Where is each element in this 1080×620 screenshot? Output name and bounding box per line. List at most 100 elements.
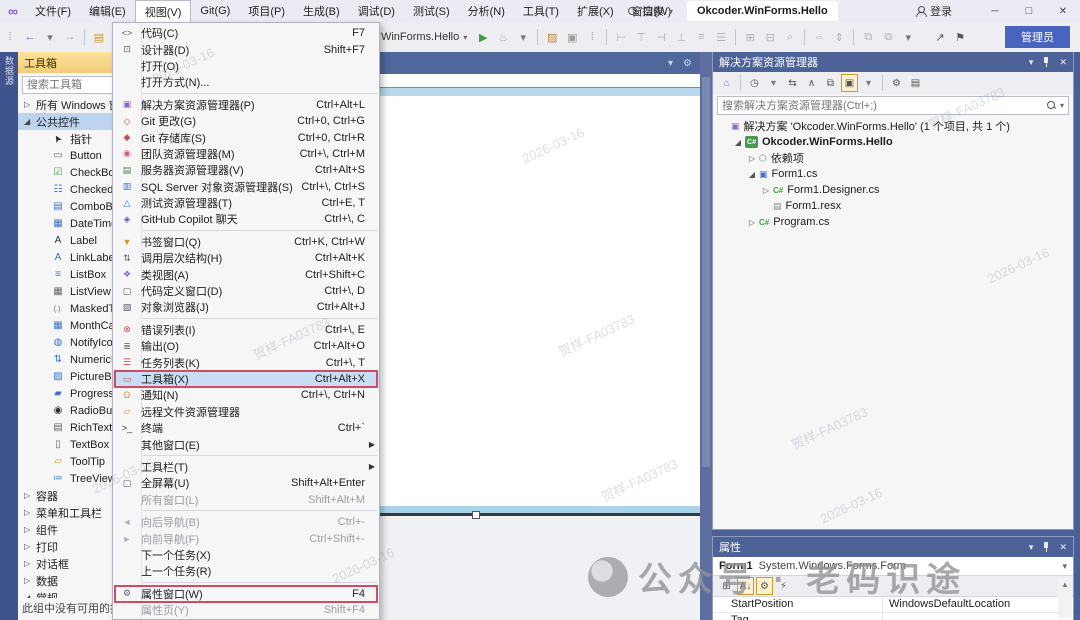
menu-item[interactable]: ▱ 远程文件资源管理器 — [113, 404, 379, 420]
menubar-item[interactable]: 工具(T) — [514, 0, 568, 22]
chevron-down-icon[interactable]: ▾ — [860, 74, 877, 92]
property-value[interactable]: WindowsDefaultLocation — [883, 597, 1073, 612]
menu-item[interactable]: ◆ Git 存储库(S) Ctrl+0, Ctrl+R — [113, 129, 379, 145]
chevron-down-icon[interactable]: ▾ — [1029, 542, 1034, 553]
menu-item[interactable]: <> 代码(C) F7 — [113, 25, 379, 41]
menu-item[interactable]: ▧ 对象浏览器(J) Ctrl+Alt+J — [113, 299, 379, 315]
align-right-icon[interactable]: ⊣ — [652, 27, 670, 47]
menu-item[interactable]: ▥ SQL Server 对象资源管理器(S) Ctrl+\, Ctrl+S — [113, 179, 379, 195]
find-in-files-icon[interactable]: ▨ — [543, 27, 561, 47]
scrollbar-thumb[interactable] — [702, 77, 710, 467]
solution-search-input[interactable] — [722, 99, 1047, 112]
menu-item[interactable]: >_ 终端 Ctrl+` — [113, 420, 379, 436]
size-to-grid-icon[interactable]: ⊟ — [761, 27, 779, 47]
menu-item[interactable]: ◈ GitHub Copilot 聊天 Ctrl+\, C — [113, 211, 379, 227]
events-icon[interactable]: ⚡ — [775, 577, 792, 595]
minimize-icon[interactable]: ─ — [978, 0, 1012, 22]
designer-scrollbar[interactable] — [700, 52, 712, 620]
v-space-icon[interactable]: ⇕ — [830, 27, 848, 47]
menu-item[interactable]: ▭ 工具箱(X) Ctrl+Alt+X — [113, 369, 379, 389]
menu-item[interactable]: ☰ 任务列表(K) Ctrl+\, T — [113, 354, 379, 370]
menubar-item[interactable]: 扩展(X) — [568, 0, 623, 22]
menubar-item[interactable]: Git(G) — [191, 0, 239, 22]
feedback-icon[interactable]: ⚑ — [951, 27, 969, 47]
back-icon[interactable]: ← — [21, 27, 39, 47]
menubar-item[interactable]: 项目(P) — [239, 0, 294, 22]
show-all-files-icon[interactable]: ▣ — [841, 74, 858, 92]
form-resize-handle[interactable] — [472, 511, 480, 519]
home-icon[interactable]: ⌂ — [718, 74, 735, 92]
menubar-item[interactable]: 视图(V) — [134, 0, 192, 22]
property-row[interactable]: Tag — [713, 613, 1073, 620]
menu-item[interactable]: ▣ 解决方案资源管理器(P) Ctrl+Alt+L — [113, 97, 379, 113]
align-left-icon[interactable]: ⊢ — [612, 27, 630, 47]
menu-item[interactable]: 下一个任务(X) — [113, 547, 379, 563]
menubar-item[interactable]: 测试(S) — [404, 0, 459, 22]
menubar-item[interactable]: 分析(N) — [459, 0, 514, 22]
properties-scrollbar[interactable]: ▲ — [1058, 578, 1072, 618]
menu-item[interactable]: ◄ 向后导航(B) Ctrl+- — [113, 514, 379, 530]
collapsed-arrow-icon[interactable]: ▷ — [747, 154, 757, 163]
send-back-icon[interactable]: ⧉ — [879, 27, 897, 47]
menu-item[interactable]: ▢ 全屏幕(U) Shift+Alt+Enter — [113, 475, 379, 491]
tree-row[interactable]: ▷ ⬡ 依赖项 — [713, 150, 1073, 166]
new-item-icon[interactable]: ▤ — [90, 27, 108, 47]
properties-object-selector[interactable]: Form1 System.Windows.Forms.Form ▾ — [713, 557, 1073, 576]
sign-in-button[interactable]: 登录 — [915, 0, 952, 22]
same-size-icon[interactable]: ⊞ — [741, 27, 759, 47]
close-icon[interactable]: ✕ — [1059, 57, 1067, 68]
categorized-icon[interactable]: ⊞ — [718, 577, 735, 595]
close-icon[interactable]: ✕ — [1059, 542, 1067, 553]
menu-item[interactable]: 打开方式(N)... — [113, 74, 379, 90]
menu-item[interactable]: ⇅ 调用层次结构(H) Ctrl+Alt+K — [113, 250, 379, 266]
expanded-arrow-icon[interactable]: ◢ — [733, 138, 743, 147]
pin-icon[interactable] — [1042, 56, 1050, 68]
properties-titlebar[interactable]: 属性 ▾ ✕ — [713, 537, 1073, 557]
collapsed-arrow-icon[interactable]: ▷ — [761, 186, 771, 195]
tree-row[interactable]: ◢ ▣ Form1.cs — [713, 166, 1073, 182]
chevron-down-icon[interactable]: ▾ — [668, 58, 673, 69]
align-center-icon[interactable]: ⊤ — [632, 27, 650, 47]
menu-item[interactable]: 其他窗口(E) ▶ — [113, 436, 379, 452]
menu-item[interactable]: Ω 通知(N) Ctrl+\, Ctrl+N — [113, 387, 379, 403]
menubar-item[interactable]: 编辑(E) — [80, 0, 135, 22]
menu-item[interactable]: ► 向前导航(F) Ctrl+Shift+- — [113, 530, 379, 546]
side-tab-data-sources[interactable]: 数据源 — [3, 56, 16, 86]
chevron-down-icon[interactable]: ▾ — [514, 27, 532, 47]
collapse-all-icon[interactable]: ∧ — [803, 74, 820, 92]
chevron-down-icon[interactable]: ▾ — [899, 27, 917, 47]
align-bottom-icon[interactable]: ☰ — [712, 27, 730, 47]
chevron-down-icon[interactable]: ▾ — [1029, 57, 1034, 68]
menu-item[interactable]: ▼ 书签窗口(Q) Ctrl+K, Ctrl+W — [113, 234, 379, 250]
preview-icon[interactable]: ▣ — [563, 27, 581, 47]
pending-filter-icon[interactable]: ◷ — [746, 74, 763, 92]
menu-item[interactable]: 上一个任务(R) — [113, 563, 379, 579]
menu-item[interactable]: ▢ 代码定义窗口(D) Ctrl+\, D — [113, 283, 379, 299]
alphabetical-icon[interactable]: A↓ — [737, 577, 754, 595]
tree-row[interactable]: ◢ C# Okcoder.WinForms.Hello — [713, 134, 1073, 150]
forward-icon[interactable]: → — [61, 27, 79, 47]
copy-icon[interactable]: ⧉ — [822, 74, 839, 92]
menu-item[interactable]: ◉ 团队资源管理器(M) Ctrl+\, Ctrl+M — [113, 146, 379, 162]
property-row[interactable]: StartPosition WindowsDefaultLocation — [713, 597, 1073, 613]
scroll-up-icon[interactable]: ▲ — [1061, 580, 1069, 618]
menu-item[interactable]: ◇ Git 更改(G) Ctrl+0, Ctrl+G — [113, 113, 379, 129]
menu-item[interactable]: 打开(O) — [113, 58, 379, 74]
share-icon[interactable]: ↗ — [931, 27, 949, 47]
run-icon[interactable]: ▶ — [474, 27, 492, 47]
search-box[interactable]: 搜索 ▾ — [622, 2, 679, 20]
sync-icon[interactable]: ⇆ — [784, 74, 801, 92]
collapsed-arrow-icon[interactable]: ▷ — [747, 218, 757, 227]
chevron-down-icon[interactable]: ▾ — [41, 27, 59, 47]
tree-row[interactable]: ▣ 解决方案 'Okcoder.WinForms.Hello' (1 个项目, 共… — [713, 118, 1073, 134]
menubar-item[interactable]: 文件(F) — [26, 0, 80, 22]
zoom-icon[interactable]: ⌕ — [781, 27, 799, 47]
menu-item[interactable]: ⊡ 设计器(D) Shift+F7 — [113, 41, 379, 57]
expanded-arrow-icon[interactable]: ◢ — [747, 170, 757, 179]
h-space-icon[interactable]: ⇔ — [810, 27, 828, 47]
menu-item[interactable]: ⚙ 属性窗口(W) F4 — [113, 584, 379, 604]
menu-item[interactable]: 属性页(Y) Shift+F4 — [113, 602, 379, 618]
tree-row[interactable]: ▤ Form1.resx — [713, 198, 1073, 214]
menu-item[interactable]: ≣ 输出(O) Ctrl+Alt+O — [113, 338, 379, 354]
align-middle-icon[interactable]: ≡ — [692, 27, 710, 47]
